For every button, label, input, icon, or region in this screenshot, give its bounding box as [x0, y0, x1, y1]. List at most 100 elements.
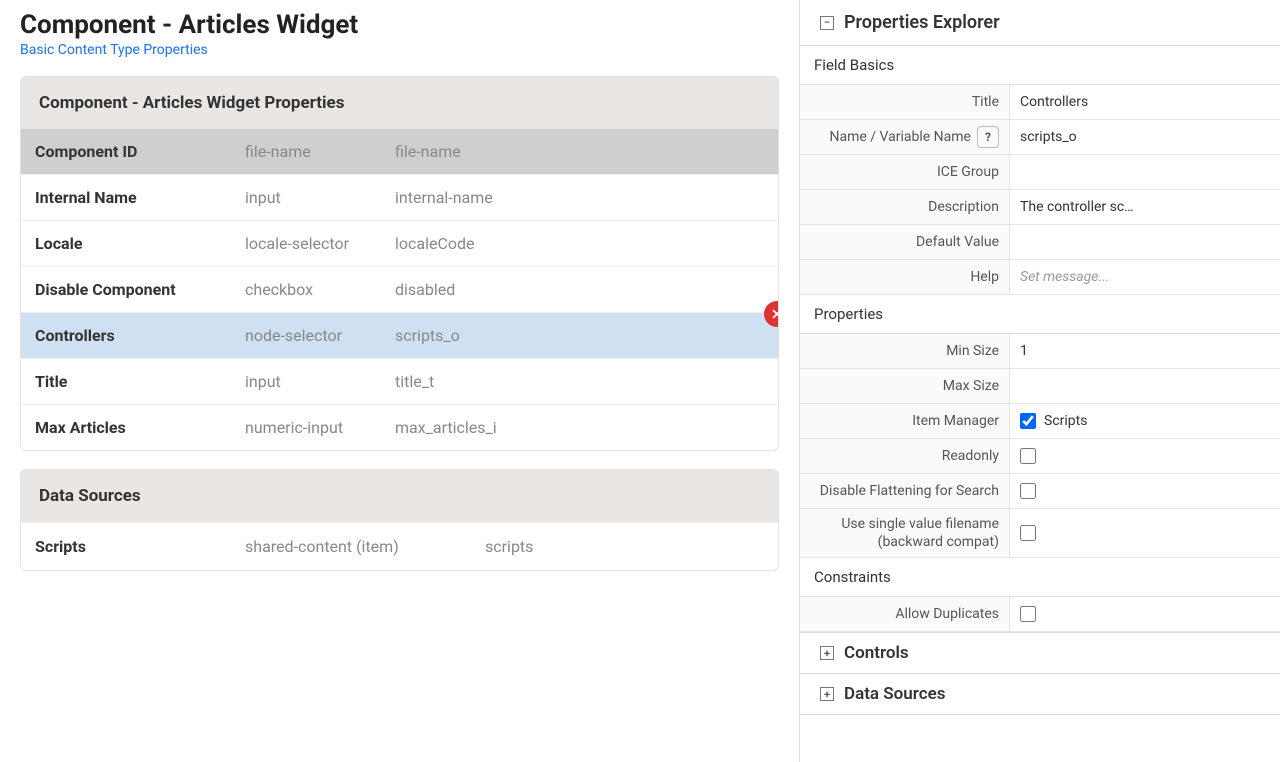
table-row[interactable]: Scripts shared-content (item) scripts: [21, 522, 778, 570]
field-description-row: Description The controller sc…: [800, 190, 1280, 225]
field-default-value-row: Default Value: [800, 225, 1280, 260]
prop-var: scripts_o: [395, 326, 764, 345]
prop-name: Disable Component: [35, 280, 245, 299]
min-size-field[interactable]: 1: [1010, 337, 1280, 365]
section-constraints: Constraints: [800, 558, 1280, 597]
allow-duplicates-checkbox[interactable]: [1020, 606, 1036, 622]
prop-var: disabled: [395, 280, 764, 299]
item-manager-text: Scripts: [1044, 413, 1087, 429]
help-icon[interactable]: ?: [977, 126, 999, 148]
single-value-field: [1010, 519, 1280, 547]
field-label: Disable Flattening for Search: [800, 474, 1010, 508]
prop-var: max_articles_i: [395, 418, 764, 437]
prop-name: Max Articles: [35, 418, 245, 437]
ds-var: scripts: [485, 537, 764, 556]
prop-type: checkbox: [245, 280, 395, 299]
section-controls-collapsed[interactable]: + Controls: [800, 632, 1280, 674]
field-disable-flattening-row: Disable Flattening for Search: [800, 474, 1280, 509]
title-field[interactable]: Controllers: [1010, 88, 1280, 116]
prop-name: Locale: [35, 234, 245, 253]
table-row[interactable]: Max Articles numeric-input max_articles_…: [21, 404, 778, 450]
field-min-size-row: Min Size 1: [800, 334, 1280, 369]
field-allow-duplicates-row: Allow Duplicates: [800, 597, 1280, 632]
delete-row-button[interactable]: [764, 301, 779, 327]
prop-type: locale-selector: [245, 234, 395, 253]
table-row[interactable]: Disable Component checkbox disabled: [21, 266, 778, 312]
max-size-field[interactable]: [1010, 380, 1280, 392]
disable-flattening-checkbox[interactable]: [1020, 483, 1036, 499]
description-field[interactable]: The controller sc…: [1010, 193, 1280, 221]
field-label: Title: [800, 85, 1010, 119]
table-row[interactable]: Title input title_t: [21, 358, 778, 404]
expand-icon: +: [820, 687, 834, 701]
controls-label: Controls: [844, 643, 909, 663]
explorer-title: Properties Explorer: [844, 12, 1000, 33]
prop-name: Controllers: [35, 326, 245, 345]
field-item-manager-row: Item Manager Scripts: [800, 404, 1280, 439]
single-value-checkbox[interactable]: [1020, 525, 1036, 541]
item-manager-field: Scripts: [1010, 407, 1280, 435]
help-field[interactable]: Set message...: [1010, 263, 1280, 291]
item-manager-checkbox[interactable]: [1020, 413, 1036, 429]
properties-explorer-header: − Properties Explorer: [800, 0, 1280, 46]
basic-properties-link[interactable]: Basic Content Type Properties: [20, 42, 208, 58]
close-icon: [770, 307, 779, 321]
field-label: Min Size: [800, 334, 1010, 368]
collapse-icon[interactable]: −: [820, 16, 834, 30]
ds-type: shared-content (item): [245, 537, 485, 556]
name-field[interactable]: scripts_o: [1010, 123, 1280, 151]
ds-name: Scripts: [35, 537, 245, 556]
ice-group-field[interactable]: [1010, 166, 1280, 178]
prop-name: Title: [35, 372, 245, 391]
default-value-field[interactable]: [1010, 236, 1280, 248]
field-label: Max Size: [800, 369, 1010, 403]
section-properties: Properties: [800, 295, 1280, 334]
readonly-field: [1010, 442, 1280, 470]
left-panel: Component - Articles Widget Basic Conten…: [0, 0, 800, 762]
datasources-card: Data Sources Scripts shared-content (ite…: [20, 469, 779, 571]
field-label: Item Manager: [800, 404, 1010, 438]
prop-var: internal-name: [395, 188, 764, 207]
table-row[interactable]: Internal Name input internal-name: [21, 174, 778, 220]
readonly-checkbox[interactable]: [1020, 448, 1036, 464]
field-label: Help: [800, 260, 1010, 294]
field-label: Readonly: [800, 439, 1010, 473]
prop-var: title_t: [395, 372, 764, 391]
expand-icon: +: [820, 646, 834, 660]
properties-card: Component - Articles Widget Properties C…: [20, 76, 779, 451]
field-readonly-row: Readonly: [800, 439, 1280, 474]
properties-card-header: Component - Articles Widget Properties: [21, 77, 778, 129]
field-title-row: Title Controllers: [800, 85, 1280, 120]
field-name-row: Name / Variable Name ? scripts_o: [800, 120, 1280, 155]
prop-type: node-selector: [245, 326, 395, 345]
field-label-text: Name / Variable Name: [830, 129, 971, 145]
field-label: Description: [800, 190, 1010, 224]
right-panel: − Properties Explorer Field Basics Title…: [800, 0, 1280, 762]
field-label: Use single value filename (backward comp…: [800, 509, 1010, 557]
field-label: Default Value: [800, 225, 1010, 259]
prop-type: file-name: [245, 142, 395, 161]
prop-name: Internal Name: [35, 188, 245, 207]
allow-duplicates-field: [1010, 600, 1280, 628]
table-row-selected[interactable]: Controllers node-selector scripts_o: [21, 312, 778, 358]
field-label: Allow Duplicates: [800, 597, 1010, 631]
table-row[interactable]: Component ID file-name file-name: [21, 129, 778, 174]
section-field-basics: Field Basics: [800, 46, 1280, 85]
field-label: Name / Variable Name ?: [800, 120, 1010, 154]
page-title: Component - Articles Widget: [20, 10, 779, 40]
prop-type: input: [245, 188, 395, 207]
table-row[interactable]: Locale locale-selector localeCode: [21, 220, 778, 266]
field-ice-group-row: ICE Group: [800, 155, 1280, 190]
data-sources-label: Data Sources: [844, 684, 945, 704]
prop-var: localeCode: [395, 234, 764, 253]
field-help-row: Help Set message...: [800, 260, 1280, 295]
field-single-value-row: Use single value filename (backward comp…: [800, 509, 1280, 558]
field-max-size-row: Max Size: [800, 369, 1280, 404]
prop-type: numeric-input: [245, 418, 395, 437]
field-label: ICE Group: [800, 155, 1010, 189]
prop-name: Component ID: [35, 142, 245, 161]
prop-type: input: [245, 372, 395, 391]
datasources-card-header: Data Sources: [21, 470, 778, 522]
disable-flattening-field: [1010, 477, 1280, 505]
section-data-sources-collapsed[interactable]: + Data Sources: [800, 674, 1280, 715]
